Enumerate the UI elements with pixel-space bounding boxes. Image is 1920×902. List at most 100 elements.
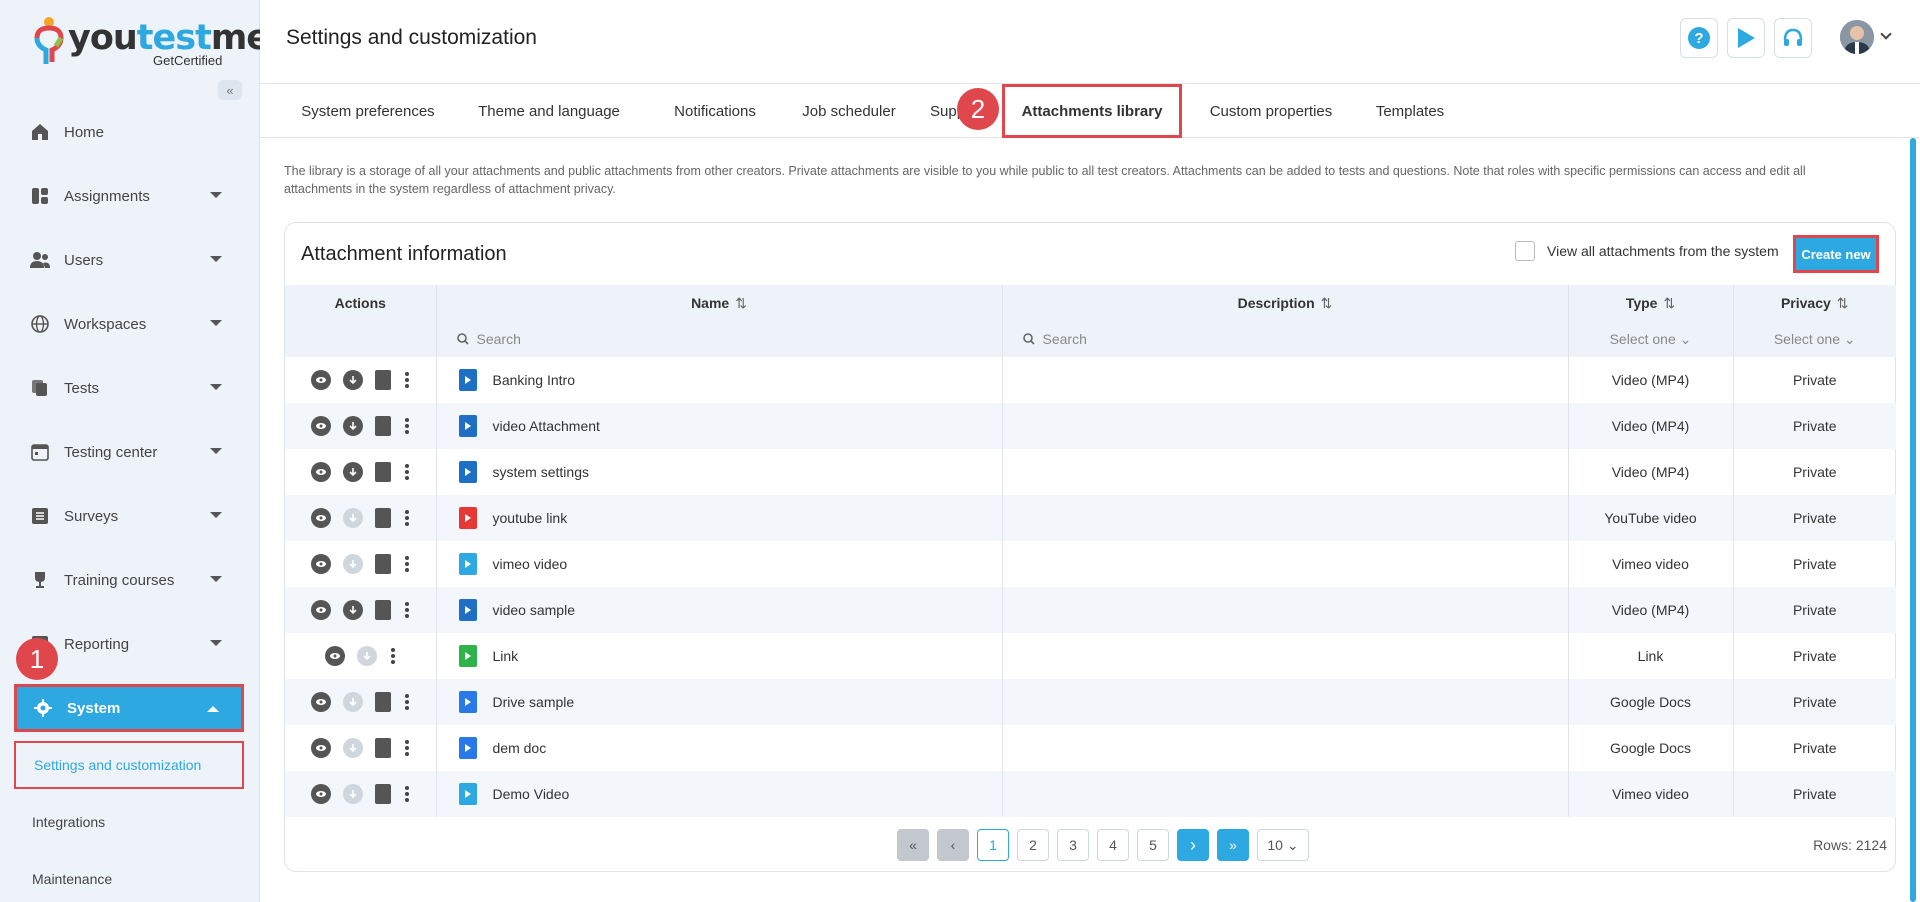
more-options-icon[interactable]: [405, 740, 410, 756]
attachment-name[interactable]: dem doc: [493, 740, 547, 756]
copy-link-icon[interactable]: [375, 554, 392, 574]
sidebar-subitem-settings[interactable]: Settings and customization: [14, 741, 244, 789]
sidebar-item-home[interactable]: Home: [14, 109, 244, 155]
preview-eye-icon[interactable]: [311, 600, 332, 620]
more-options-icon[interactable]: [391, 648, 396, 664]
page-2-button[interactable]: 2: [1017, 829, 1049, 861]
sidebar-item-system[interactable]: System: [14, 684, 244, 732]
col-type[interactable]: Type ⇅: [1568, 285, 1734, 321]
view-all-toggle[interactable]: View all attachments from the system: [1515, 241, 1779, 261]
download-icon[interactable]: [343, 462, 364, 482]
last-page-button[interactable]: »: [1217, 829, 1249, 861]
preview-eye-icon[interactable]: [311, 738, 332, 758]
sidebar-item-workspaces[interactable]: Workspaces: [14, 301, 244, 347]
sidebar-item-training-courses[interactable]: Training courses: [14, 557, 244, 603]
privacy-select[interactable]: Select one ⌄: [1774, 331, 1856, 347]
attachment-name[interactable]: Link: [493, 648, 519, 664]
sidebar-item-testing-center[interactable]: Testing center: [14, 429, 244, 475]
attachment-name[interactable]: system settings: [493, 464, 589, 480]
copy-link-icon[interactable]: [375, 784, 392, 804]
table-row[interactable]: Banking Intro Video (MP4) Private: [285, 357, 1896, 403]
table-row[interactable]: video Attachment Video (MP4) Private: [285, 403, 1896, 449]
preview-eye-icon[interactable]: [311, 370, 332, 390]
table-row[interactable]: system settings Video (MP4) Private: [285, 449, 1896, 495]
more-options-icon[interactable]: [405, 602, 410, 618]
logo[interactable]: youtestme GetCertified: [34, 16, 270, 68]
preview-eye-icon[interactable]: [311, 692, 332, 712]
more-options-icon[interactable]: [405, 786, 410, 802]
copy-link-icon[interactable]: [375, 600, 392, 620]
sidebar-item-users[interactable]: Users: [14, 237, 244, 283]
preview-eye-icon[interactable]: [311, 416, 332, 436]
more-options-icon[interactable]: [405, 510, 410, 526]
download-icon[interactable]: [343, 600, 364, 620]
download-icon[interactable]: [343, 370, 364, 390]
sort-icon[interactable]: ⇅: [1321, 295, 1333, 312]
sidebar-subitem-maintenance[interactable]: Maintenance: [14, 855, 244, 902]
description-search-input[interactable]: Search: [1003, 331, 1568, 347]
attachment-name[interactable]: vimeo video: [493, 556, 568, 572]
sort-icon[interactable]: ⇅: [735, 295, 747, 312]
help-button[interactable]: ?: [1680, 18, 1718, 58]
first-page-button[interactable]: «: [897, 829, 929, 861]
copy-link-icon[interactable]: [375, 508, 392, 528]
more-options-icon[interactable]: [405, 464, 410, 480]
preview-eye-icon[interactable]: [311, 784, 332, 804]
table-row[interactable]: Drive sample Google Docs Private: [285, 679, 1896, 725]
copy-link-icon[interactable]: [375, 692, 392, 712]
more-options-icon[interactable]: [405, 694, 410, 710]
page-3-button[interactable]: 3: [1057, 829, 1089, 861]
col-privacy[interactable]: Privacy ⇅: [1733, 285, 1896, 321]
attachment-name[interactable]: video Attachment: [493, 418, 600, 434]
tab-attachments-library[interactable]: Attachments library: [1002, 84, 1182, 138]
preview-eye-icon[interactable]: [311, 508, 332, 528]
table-row[interactable]: dem doc Google Docs Private: [285, 725, 1896, 771]
tab-system-preferences[interactable]: System preferences: [290, 84, 446, 138]
preview-eye-icon[interactable]: [311, 554, 332, 574]
page-1-button[interactable]: 1: [977, 829, 1009, 861]
prev-page-button[interactable]: ‹: [937, 829, 969, 861]
account-chevron-down-icon[interactable]: [1880, 28, 1892, 40]
copy-link-icon[interactable]: [375, 370, 392, 390]
preview-eye-icon[interactable]: [311, 462, 332, 482]
col-description[interactable]: Description ⇅: [1002, 285, 1569, 321]
sort-icon[interactable]: ⇅: [1837, 295, 1849, 312]
table-row[interactable]: Link Link Private: [285, 633, 1896, 679]
more-options-icon[interactable]: [405, 418, 410, 434]
sidebar-subitem-integrations[interactable]: Integrations: [14, 798, 244, 846]
create-new-button[interactable]: Create new: [1793, 235, 1879, 273]
copy-link-icon[interactable]: [375, 416, 392, 436]
page-size-select[interactable]: 10 ⌄: [1257, 829, 1309, 861]
play-tutorial-button[interactable]: [1727, 18, 1765, 58]
next-page-button[interactable]: ›: [1177, 829, 1209, 861]
sidebar-item-tests[interactable]: Tests: [14, 365, 244, 411]
sidebar-item-surveys[interactable]: Surveys: [14, 493, 244, 539]
table-row[interactable]: Demo Video Vimeo video Private: [285, 771, 1896, 817]
copy-link-icon[interactable]: [375, 738, 392, 758]
tab-notifications[interactable]: Notifications: [652, 84, 778, 138]
col-name[interactable]: Name ⇅: [436, 285, 1003, 321]
attachment-name[interactable]: video sample: [493, 602, 576, 618]
preview-eye-icon[interactable]: [325, 646, 346, 666]
support-button[interactable]: [1774, 18, 1812, 58]
avatar[interactable]: [1840, 20, 1874, 54]
view-all-checkbox[interactable]: [1515, 241, 1535, 261]
type-select[interactable]: Select one ⌄: [1610, 331, 1692, 347]
table-row[interactable]: vimeo video Vimeo video Private: [285, 541, 1896, 587]
more-options-icon[interactable]: [405, 372, 410, 388]
table-row[interactable]: youtube link YouTube video Private: [285, 495, 1896, 541]
attachment-name[interactable]: Demo Video: [493, 786, 570, 802]
scrollbar[interactable]: [1910, 138, 1916, 902]
tab-job-scheduler[interactable]: Job scheduler: [790, 84, 908, 138]
page-5-button[interactable]: 5: [1137, 829, 1169, 861]
tab-custom-properties[interactable]: Custom properties: [1196, 84, 1346, 138]
copy-link-icon[interactable]: [375, 462, 392, 482]
sort-icon[interactable]: ⇅: [1663, 295, 1675, 312]
attachment-name[interactable]: youtube link: [493, 510, 568, 526]
attachment-name[interactable]: Banking Intro: [493, 372, 576, 388]
more-options-icon[interactable]: [405, 556, 410, 572]
tab-templates[interactable]: Templates: [1360, 84, 1460, 138]
sidebar-item-assignments[interactable]: Assignments: [14, 173, 244, 219]
tab-theme-language[interactable]: Theme and language: [476, 84, 622, 138]
collapse-sidebar-button[interactable]: «: [218, 80, 242, 100]
